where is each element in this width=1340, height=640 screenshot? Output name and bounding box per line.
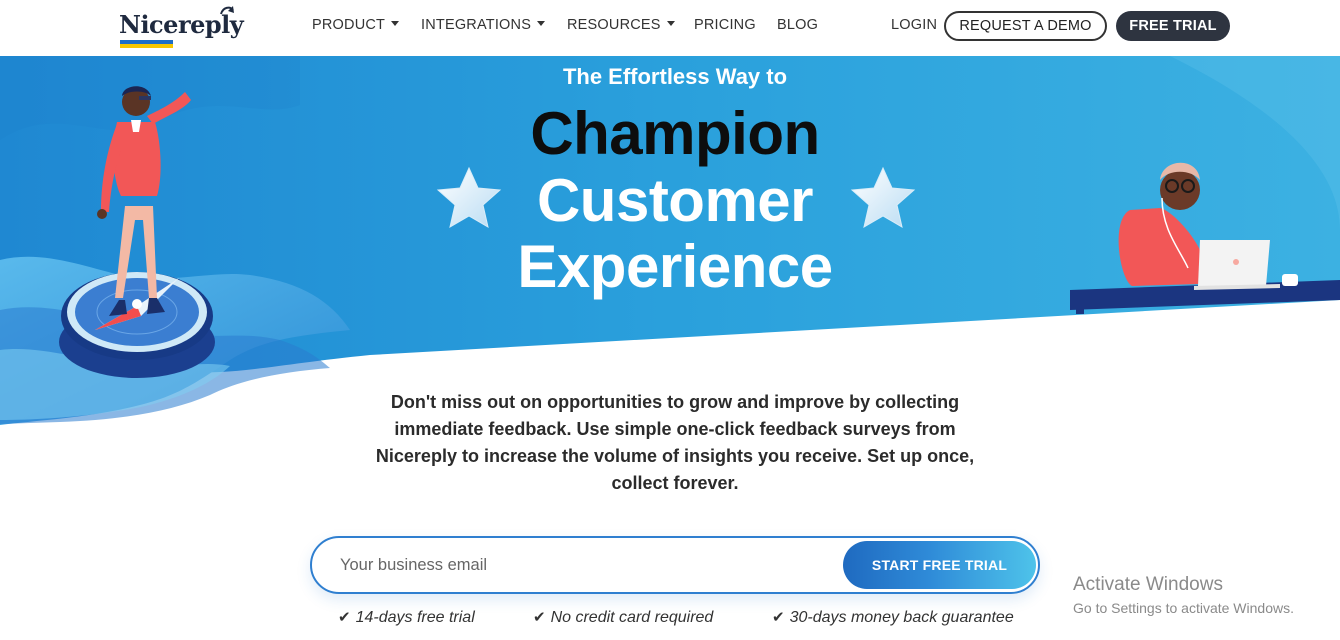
- activate-windows-title: Activate Windows: [1073, 574, 1223, 595]
- feature-free-trial: ✔ 14-days free trial: [338, 608, 475, 627]
- chevron-down-icon: [537, 20, 546, 26]
- nav-integrations[interactable]: INTEGRATIONS: [421, 17, 546, 33]
- hero-description: Don't miss out on opportunities to grow …: [375, 392, 975, 493]
- request-demo-button[interactable]: REQUEST A DEMO: [944, 11, 1107, 41]
- feature-no-credit-card: ✔ No credit card required: [533, 608, 713, 627]
- check-icon: ✔: [772, 609, 785, 626]
- logo-arrow-icon: [220, 6, 234, 15]
- feature-money-back: ✔ 30-days money back guarantee: [772, 608, 1014, 627]
- nav-product[interactable]: PRODUCT: [312, 17, 400, 33]
- landing-page: Nicereply PRODUCT INTEGRATIONS RESOURCES…: [0, 0, 1340, 640]
- hero-subtitle: The Effortless Way to: [562, 64, 788, 89]
- feature-text: 30-days money back guarantee: [789, 609, 1014, 626]
- free-trial-button[interactable]: FREE TRIAL: [1116, 11, 1230, 41]
- nav-blog-label: BLOG: [777, 17, 819, 33]
- flag-yellow-stripe: [120, 44, 173, 48]
- site-header: Nicereply PRODUCT INTEGRATIONS RESOURCES…: [0, 0, 1340, 56]
- feature-text: No credit card required: [550, 609, 714, 626]
- hero-title-line-2: Customer: [536, 167, 814, 234]
- nav-integrations-label: INTEGRATIONS: [421, 17, 532, 33]
- business-email-input[interactable]: [340, 552, 820, 578]
- check-icon: ✔: [533, 609, 546, 626]
- nav-resources[interactable]: RESOURCES: [567, 17, 675, 33]
- nav-blog[interactable]: BLOG: [777, 17, 818, 33]
- signup-form: START FREE TRIAL: [310, 536, 1040, 594]
- start-free-trial-button[interactable]: START FREE TRIAL: [843, 541, 1036, 589]
- login-link[interactable]: LOGIN: [891, 17, 937, 33]
- hero-title-line-3: Experience: [517, 233, 833, 300]
- feature-text: 14-days free trial: [355, 609, 475, 626]
- nav-pricing[interactable]: PRICING: [694, 17, 756, 33]
- hero-title-line-1: Champion: [530, 100, 820, 167]
- nicereply-logo[interactable]: Nicereply: [119, 6, 244, 48]
- check-icon: ✔: [338, 609, 351, 626]
- nav-resources-label: RESOURCES: [567, 17, 661, 33]
- nav-product-label: PRODUCT: [312, 17, 386, 33]
- nav-pricing-label: PRICING: [694, 17, 756, 33]
- chevron-down-icon: [666, 20, 675, 26]
- activate-windows-subtitle: Go to Settings to activate Windows.: [1073, 600, 1294, 616]
- chevron-down-icon: [391, 20, 400, 26]
